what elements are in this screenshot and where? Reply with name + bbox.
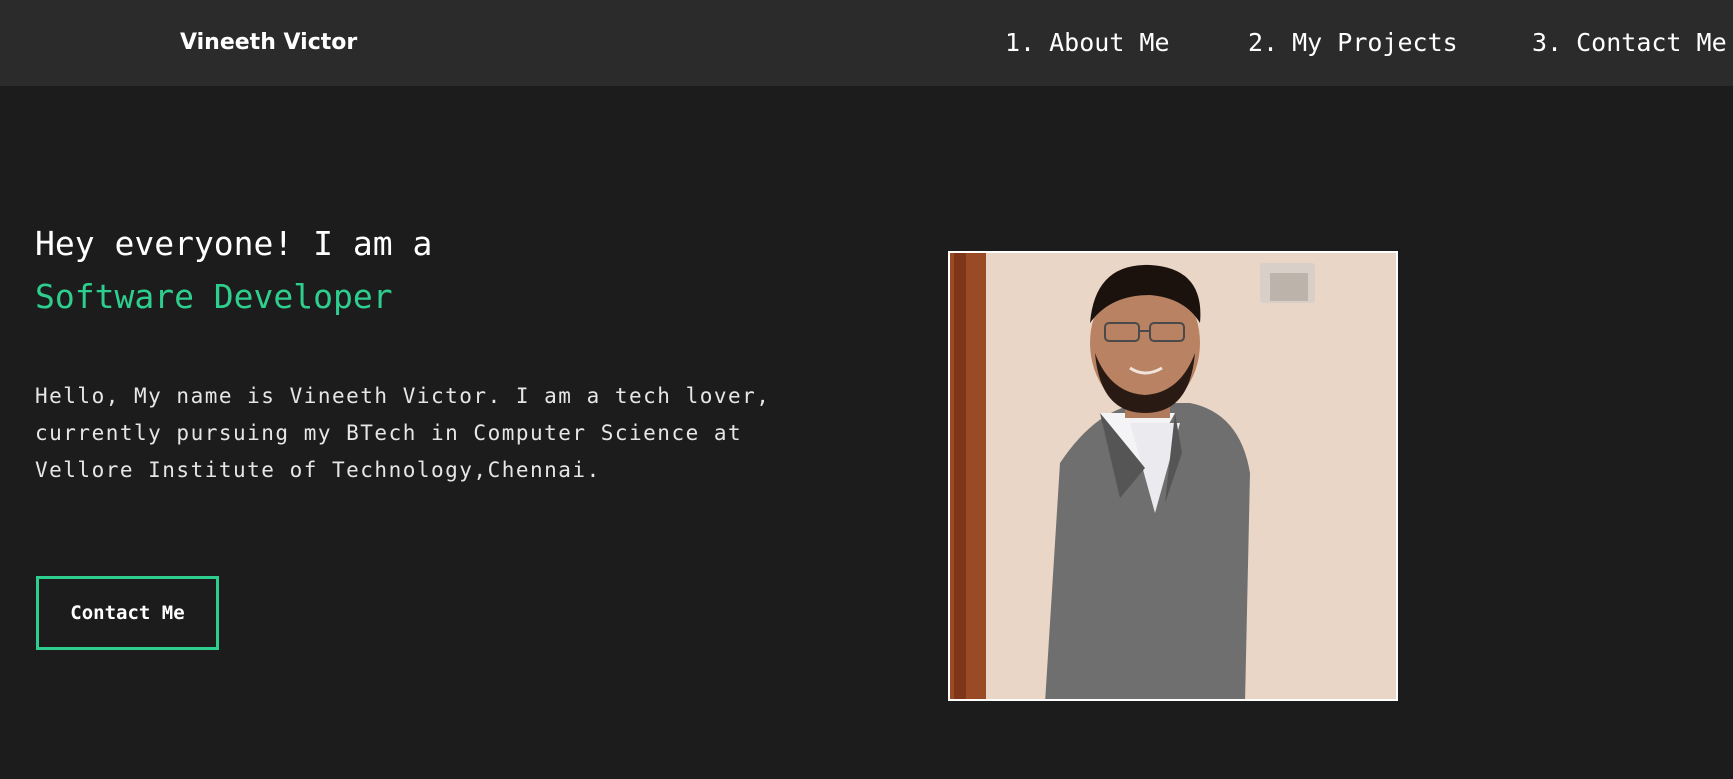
nav-link-number: 2. <box>1248 28 1279 57</box>
hero-intro: Hello, My name is Vineeth Victor. I am a… <box>35 384 771 482</box>
nav-link-number: 1. <box>1005 28 1036 57</box>
nav-link-number: 3. <box>1532 28 1563 57</box>
hero-role: Software Developer <box>35 277 393 316</box>
brand-name[interactable]: Vineeth Victor <box>180 30 357 55</box>
nav-link-contact[interactable]: 3. Contact Me <box>1532 28 1727 57</box>
contact-me-button[interactable]: Contact Me <box>36 576 219 650</box>
profile-photo-illustration <box>950 253 1396 699</box>
nav-link-projects[interactable]: 2. My Projects <box>1248 28 1458 57</box>
nav-link-label: My Projects <box>1292 28 1458 57</box>
hero-greeting: Hey everyone! I am a <box>35 224 433 263</box>
navbar: Vineeth Victor 1. About Me 2. My Projects … <box>0 0 1733 86</box>
nav-link-about[interactable]: 1. About Me <box>1005 28 1170 57</box>
nav-link-label: Contact Me <box>1576 28 1727 57</box>
nav-link-label: About Me <box>1049 28 1170 57</box>
profile-photo <box>948 251 1398 701</box>
